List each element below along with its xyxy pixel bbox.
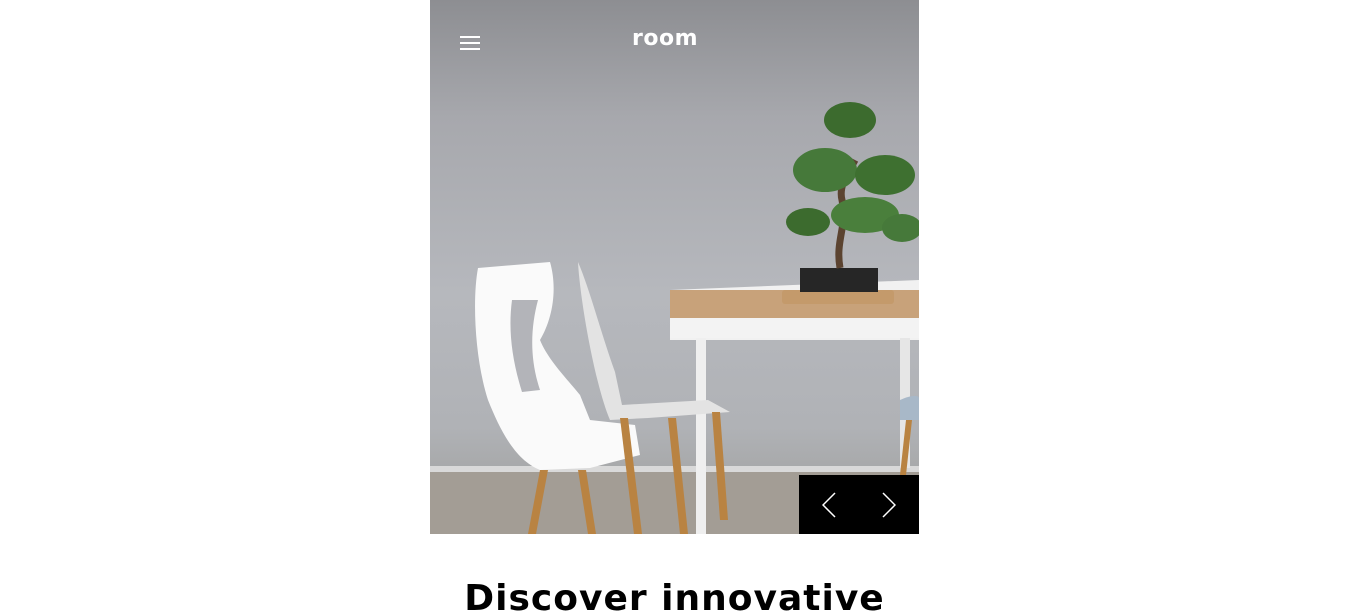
hamburger-line	[460, 42, 480, 44]
site-header: room	[430, 0, 919, 86]
hamburger-line	[460, 48, 480, 50]
page: room Discover innovative	[0, 0, 1349, 615]
chevron-left-icon	[822, 491, 836, 518]
slider-next-button[interactable]	[859, 475, 919, 534]
hamburger-line	[460, 36, 480, 38]
slider-prev-button[interactable]	[799, 475, 859, 534]
hamburger-icon[interactable]	[460, 34, 480, 52]
hero-headline: Discover innovative	[464, 578, 885, 615]
hero-slider: room	[430, 0, 919, 534]
site-logo[interactable]: room	[630, 26, 700, 51]
slider-controls	[799, 475, 919, 534]
chevron-right-icon	[882, 491, 896, 518]
